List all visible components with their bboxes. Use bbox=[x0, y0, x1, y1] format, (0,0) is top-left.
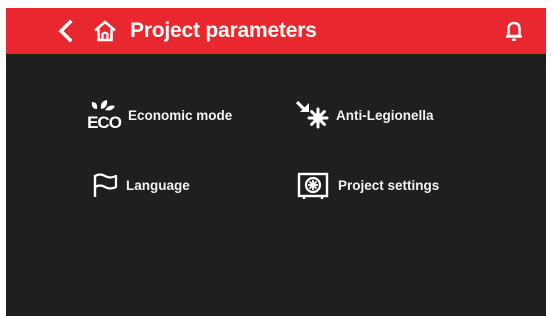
menu-item-label: Project settings bbox=[338, 177, 440, 193]
header-bar: Project parameters bbox=[6, 8, 546, 54]
chevron-left-icon bbox=[58, 19, 73, 43]
menu-item-language[interactable]: Language bbox=[90, 168, 190, 202]
device-screen: Project parameters ECO Economic mode Ant… bbox=[6, 8, 546, 316]
notifications-button[interactable] bbox=[503, 18, 525, 44]
svg-text:ECO: ECO bbox=[87, 113, 122, 132]
menu-item-economic-mode[interactable]: ECO Economic mode bbox=[84, 98, 232, 132]
page-title: Project parameters bbox=[130, 19, 317, 42]
home-button[interactable] bbox=[92, 18, 118, 44]
back-button[interactable] bbox=[54, 17, 76, 45]
bell-icon bbox=[506, 21, 522, 41]
flag-icon bbox=[90, 168, 120, 202]
menu-item-label: Economic mode bbox=[128, 107, 233, 123]
menu-item-label: Language bbox=[126, 177, 190, 193]
menu-item-label: Anti-Legionella bbox=[336, 107, 434, 123]
eco-icon: ECO bbox=[84, 98, 124, 132]
home-icon bbox=[94, 20, 116, 42]
menu-item-anti-legionella[interactable]: Anti-Legionella bbox=[294, 98, 434, 132]
menu-item-project-settings[interactable]: Project settings bbox=[296, 168, 439, 202]
project-settings-icon bbox=[296, 168, 330, 202]
anti-legionella-icon bbox=[294, 98, 330, 132]
